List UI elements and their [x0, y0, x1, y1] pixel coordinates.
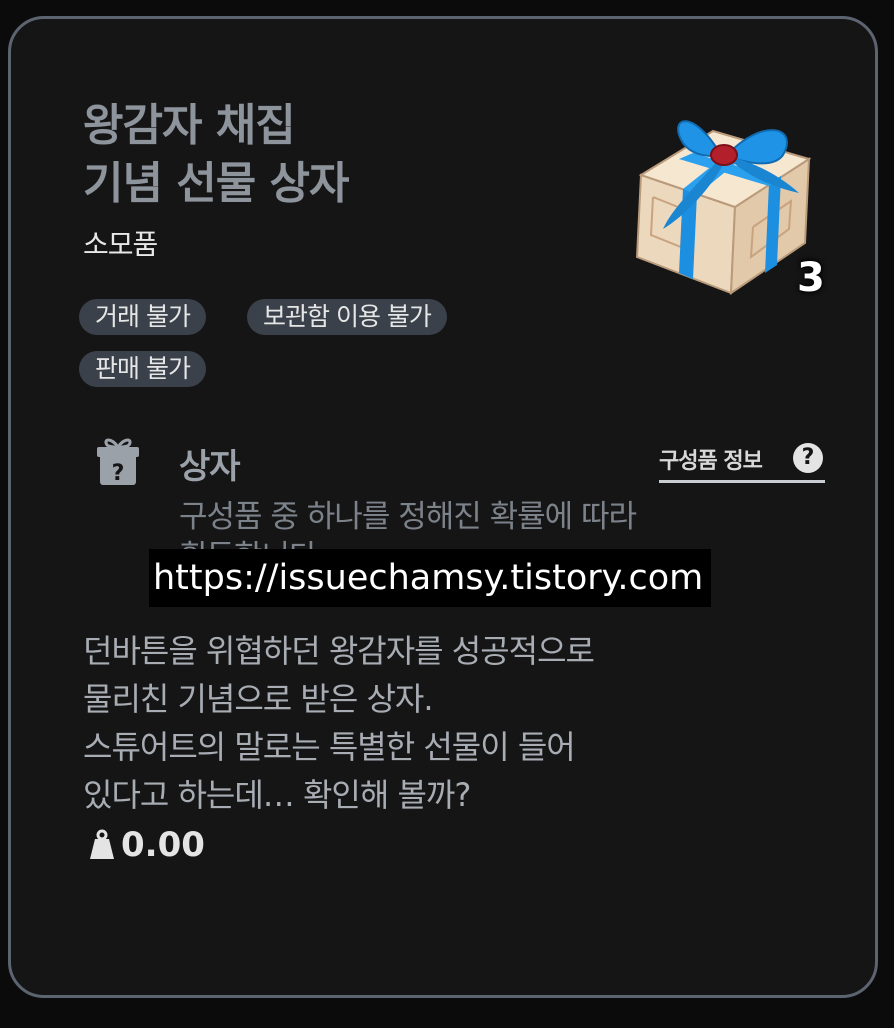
item-title-line1: 왕감자 채집 — [83, 100, 296, 151]
question-icon[interactable]: ? — [793, 443, 823, 473]
item-lore: 던바튼을 위협하던 왕감자를 성공적으로 물리친 기념으로 받은 상자. 스튜어… — [83, 627, 723, 819]
lore-line3: 스튜어트의 말로는 특별한 선물이 들어 — [83, 728, 576, 766]
tag-no-trade: 거래 불가 — [79, 299, 206, 335]
tag-no-sale: 판매 불가 — [79, 351, 206, 387]
svg-text:?: ? — [112, 461, 125, 486]
weight-icon — [90, 829, 114, 859]
item-title-line2: 기념 선물 상자 — [83, 158, 350, 209]
weight-value: 0.00 — [121, 825, 205, 865]
lore-line1: 던바튼을 위협하던 왕감자를 성공적으로 — [83, 632, 595, 670]
watermark-url: https://issuechamsy.tistory.com — [149, 549, 711, 607]
lore-line2: 물리친 기념으로 받은 상자. — [83, 680, 434, 718]
item-category: 소모품 — [83, 228, 158, 261]
lore-line4: 있다고 하는데… 확인해 볼까? — [83, 776, 471, 814]
box-section-label: 상자 — [179, 447, 241, 487]
tag-no-storage: 보관함 이용 불가 — [247, 299, 447, 335]
box-description-line1: 구성품 중 하나를 정해진 확률에 따라 — [179, 499, 637, 535]
item-title: 왕감자 채집 기념 선물 상자 — [83, 97, 350, 213]
item-tooltip-card: 왕감자 채집 기념 선물 상자 소모품 거래 불가 보관함 이용 불가 판매 불… — [8, 16, 878, 998]
item-count: 3 — [797, 255, 825, 301]
gift-box-question-icon: ? — [95, 437, 141, 487]
components-info-link[interactable]: 구성품 정보 ? — [659, 443, 825, 483]
components-info-label: 구성품 정보 — [659, 449, 763, 474]
